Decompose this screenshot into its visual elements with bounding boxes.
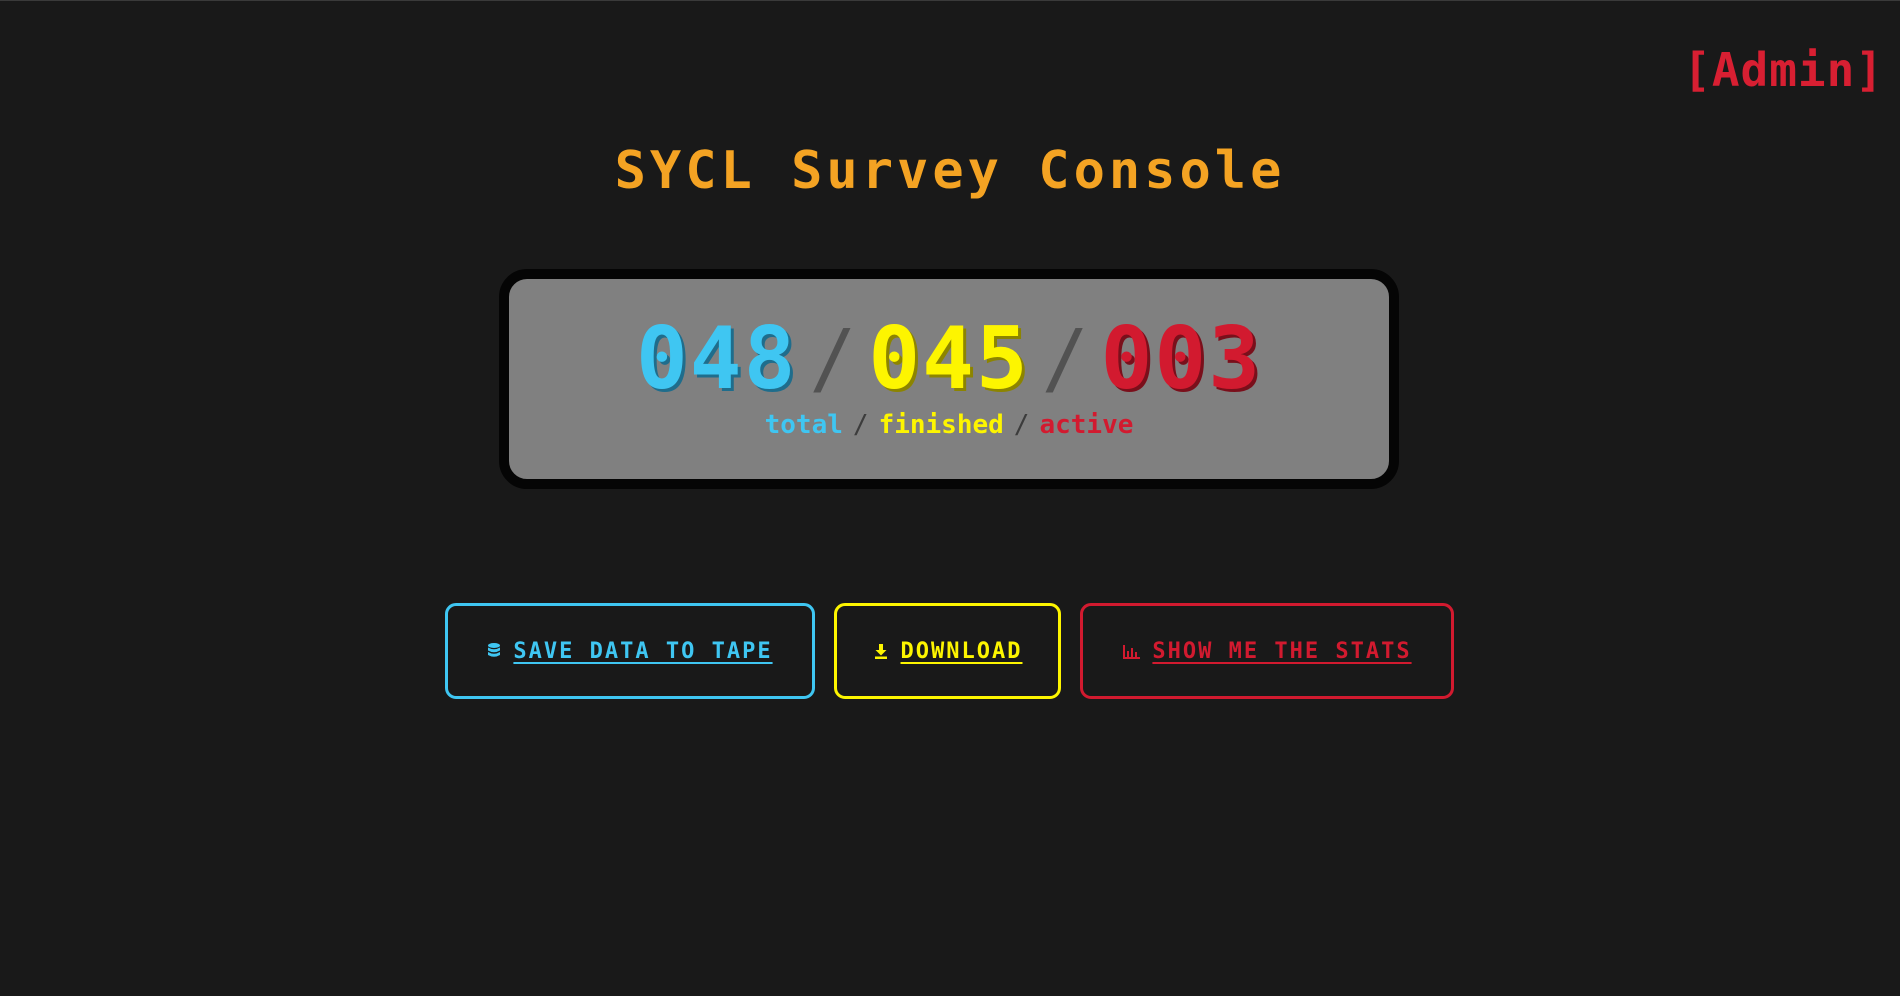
active-count: 003 <box>1100 309 1262 409</box>
label-separator: / <box>852 410 869 440</box>
save-data-to-tape-button[interactable]: SAVE DATA TO TAPE <box>445 603 815 699</box>
show-stats-button[interactable]: SHOW ME THE STATS <box>1080 603 1454 699</box>
counter-separator: / <box>809 314 857 404</box>
bar-chart-icon <box>1122 643 1141 659</box>
admin-link[interactable]: [Admin] <box>1683 43 1884 97</box>
active-label: active <box>1039 410 1134 440</box>
finished-count: 045 <box>868 309 1030 409</box>
counter-labels: total / finished / active <box>509 409 1389 441</box>
download-button-label: DOWNLOAD <box>900 638 1023 664</box>
database-icon <box>487 642 501 660</box>
survey-counter-panel: 048/045/003 total / finished / active <box>499 269 1399 489</box>
label-separator: / <box>1013 410 1030 440</box>
show-stats-button-label: SHOW ME THE STATS <box>1152 638 1412 664</box>
download-button[interactable]: DOWNLOAD <box>834 603 1061 699</box>
save-button-label: SAVE DATA TO TAPE <box>513 638 773 664</box>
finished-label: finished <box>878 410 1004 440</box>
total-label: total <box>764 410 843 440</box>
page-title: SYCL Survey Console <box>614 141 1286 201</box>
counter-separator: / <box>1041 314 1089 404</box>
counter-numbers: 048/045/003 <box>509 311 1389 407</box>
total-count: 048 <box>636 309 798 409</box>
download-icon <box>873 643 889 659</box>
